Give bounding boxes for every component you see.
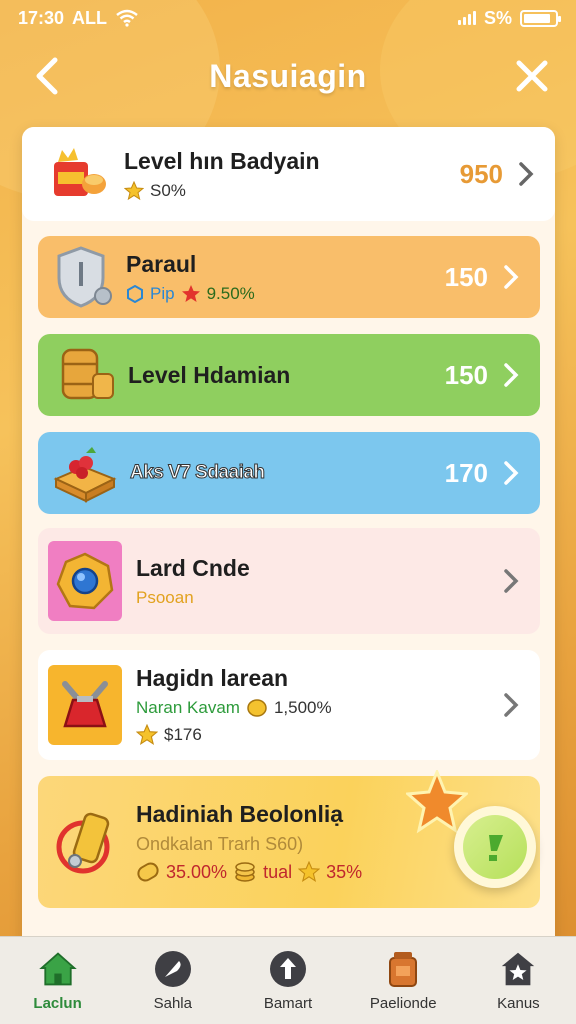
card-title: Paraul — [126, 250, 197, 277]
card-info: Paraul Pip 9.50% — [126, 251, 445, 304]
ticket-icon — [137, 862, 159, 882]
card-subtitle: Naran Kavam 1,500% — [136, 698, 500, 718]
card-info: Lard Cnde Psooan — [136, 555, 500, 608]
tab-jar[interactable]: Paelionde — [346, 937, 461, 1024]
card-tag: Ondkalan Trarh S60) — [136, 834, 304, 854]
star-icon — [181, 284, 200, 302]
potion-icon — [48, 665, 122, 745]
card-points: 170 — [444, 457, 488, 488]
reward-item-3[interactable]: Level Hdamian 150 — [38, 334, 540, 416]
card-percent: 9.50% — [206, 283, 255, 303]
stat-c: 35% — [326, 861, 363, 882]
battery-percent: S% — [483, 7, 512, 28]
page-title: Nasuiagin — [209, 57, 367, 94]
reward-item-5[interactable]: Lard Cnde Psooan — [38, 528, 540, 634]
home-icon — [38, 949, 78, 989]
back-button[interactable] — [24, 54, 68, 98]
card-title: Level Hdamian — [128, 361, 291, 388]
card-tag: Naran Kavam — [136, 697, 240, 717]
jar-icon — [383, 949, 423, 989]
coin-stack-icon — [235, 862, 255, 882]
card-price: $176 — [164, 724, 202, 744]
gadget-icon — [52, 802, 126, 882]
tab-label: Sahla — [153, 995, 192, 1012]
card-tag: Pip — [150, 283, 175, 303]
signal-icon — [457, 11, 476, 25]
tab-label: Paelionde — [369, 995, 437, 1012]
card-info: Level Hdamian — [128, 362, 445, 389]
chevron-right-icon — [500, 690, 522, 720]
wifi-icon — [116, 9, 138, 27]
card-points: 950 — [459, 158, 503, 189]
tab-upload[interactable]: Bamart — [230, 937, 345, 1024]
tab-profile[interactable]: Kanus — [461, 937, 576, 1024]
shield-icon — [50, 242, 120, 312]
tab-feather[interactable]: Sahla — [115, 937, 230, 1024]
gift-bag-icon — [46, 142, 110, 206]
card-tag: Psooan — [136, 587, 194, 607]
upload-icon — [268, 949, 308, 989]
battery-fill — [524, 13, 550, 23]
card-subtitle: Psooan — [136, 588, 500, 608]
tab-home[interactable]: Laclun — [0, 937, 115, 1024]
card-extra: $176 — [136, 723, 500, 746]
battery-icon — [520, 9, 561, 27]
tab-label: Kanus — [497, 995, 540, 1012]
card-info: Level hın Badyain S0% — [124, 148, 460, 201]
reward-item-4[interactable]: Aks V7 Sdaaiah 170 — [38, 432, 540, 514]
star-icon — [136, 723, 158, 745]
house-star-icon — [498, 949, 538, 989]
star-icon — [298, 861, 321, 883]
close-icon — [516, 60, 548, 92]
card-info: Hagidn larean Naran Kavam 1,500% $176 — [136, 665, 500, 746]
card-points: 150 — [444, 261, 488, 292]
chevron-right-icon — [515, 159, 537, 189]
star-icon — [124, 180, 144, 200]
stat-b: tual — [263, 861, 293, 882]
card-percent: 1,500% — [273, 697, 332, 717]
barrel-icon — [50, 340, 120, 410]
chevron-right-icon — [500, 262, 522, 292]
bottom-tab-bar: Laclun Sahla Bamart Paelionde Kanus — [0, 936, 576, 1024]
cake-icon — [50, 438, 120, 508]
reward-item-6[interactable]: Hagidn larean Naran Kavam 1,500% $176 — [38, 650, 540, 760]
sticker-fab-button[interactable] — [454, 806, 536, 888]
status-right: S% — [457, 7, 561, 29]
chevron-right-icon — [500, 458, 522, 488]
feather-icon — [153, 949, 193, 989]
card-percent: S0% — [150, 180, 186, 200]
cube-icon — [127, 284, 143, 303]
tab-label: Laclun — [33, 995, 82, 1012]
status-left: 17:30 ALL — [18, 8, 139, 29]
coin-icon — [247, 698, 267, 717]
status-bar: 17:30 ALL S% — [0, 0, 576, 36]
card-subtitle: Pip 9.50% — [126, 284, 445, 304]
close-button[interactable] — [510, 54, 554, 98]
status-carrier: ALL — [72, 7, 108, 28]
chevron-right-icon — [500, 566, 522, 596]
chevron-right-icon — [500, 360, 522, 390]
card-title: Aks V7 Sdaaiah — [130, 462, 266, 484]
sticker-icon — [463, 815, 527, 879]
tab-label: Bamart — [263, 995, 313, 1012]
card-subtitle: S0% — [124, 180, 460, 201]
chevron-left-icon — [36, 57, 58, 95]
stat-a: 35.00% — [166, 861, 228, 882]
card-points: 150 — [444, 359, 488, 390]
card-title: Level hın Badyain — [124, 147, 320, 174]
card-info: Aks V7 Sdaaiah — [130, 462, 445, 484]
status-time: 17:30 — [18, 7, 65, 28]
star-burst-icon — [406, 770, 468, 834]
app-header: Nasuiagin — [0, 36, 576, 116]
gem-badge-icon — [48, 541, 122, 621]
reward-item-2[interactable]: Paraul Pip 9.50% 150 — [38, 236, 540, 318]
card-title: Lard Cnde — [136, 554, 250, 581]
reward-item-1[interactable]: Level hın Badyain S0% 950 — [22, 127, 555, 221]
card-title: Hagidn larean — [136, 664, 289, 691]
